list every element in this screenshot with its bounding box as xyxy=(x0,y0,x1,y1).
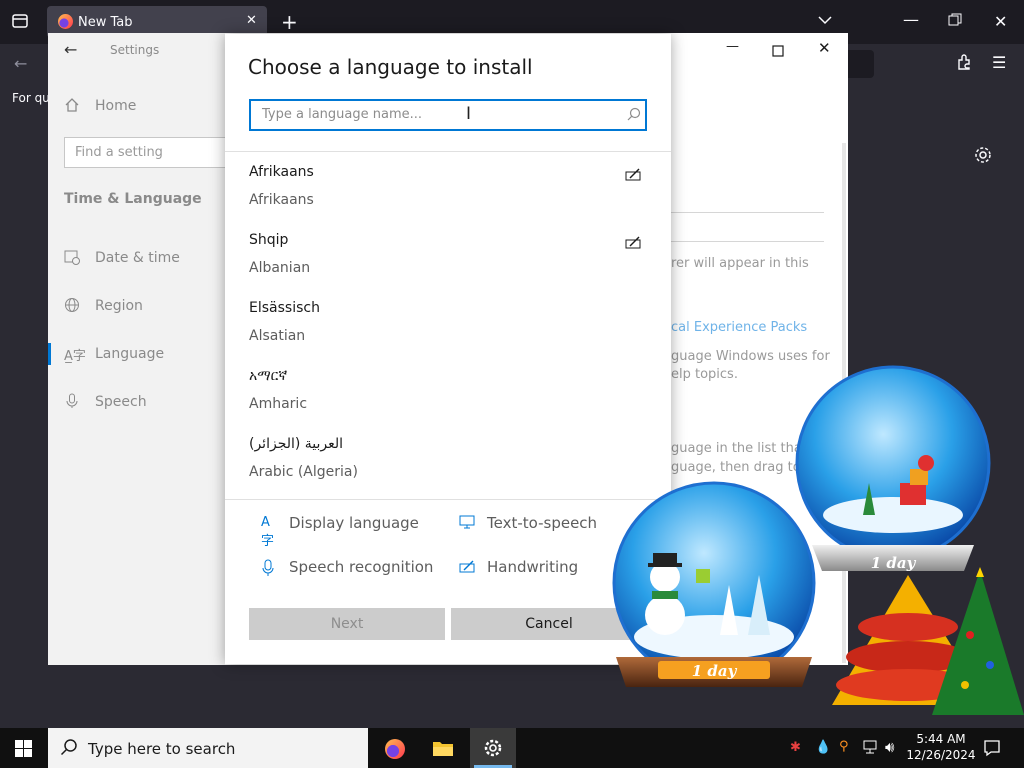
nav-home[interactable]: Home xyxy=(95,98,136,114)
taskbar-search-text: Type here to search xyxy=(88,740,236,758)
dialog-title: Choose a language to install xyxy=(248,55,533,79)
snow-globe-overlay: 1 day 1 day xyxy=(610,365,1024,728)
gear-icon[interactable] xyxy=(973,145,993,169)
feature-label: Speech recognition xyxy=(289,558,434,576)
list-item[interactable]: العربية (الجزائر) Arabic (Algeria) xyxy=(225,424,671,492)
network-icon[interactable] xyxy=(863,740,879,758)
clock[interactable]: 5:44 AM 12/26/2024 xyxy=(905,731,977,763)
list-item[interactable]: አማርኛ Amharic xyxy=(225,356,671,424)
divider xyxy=(225,499,671,500)
maximize-icon[interactable] xyxy=(772,42,784,61)
snow-globe-image: 1 day 1 day xyxy=(612,365,1024,715)
language-english-name: Afrikaans xyxy=(249,192,314,208)
bg-text-line: guage Windows uses for xyxy=(671,349,830,364)
bg-link[interactable]: cal Experience Packs xyxy=(671,320,807,335)
nav-speech[interactable]: Speech xyxy=(95,394,147,410)
minimize-icon[interactable]: — xyxy=(726,39,739,54)
search-icon[interactable] xyxy=(627,106,641,125)
nav-region[interactable]: Region xyxy=(95,298,143,314)
chevron-down-icon[interactable] xyxy=(817,12,833,32)
globe-icon xyxy=(64,297,80,317)
handwriting-icon xyxy=(625,166,642,185)
bg-dropdown[interactable] xyxy=(671,212,824,242)
globe-label: 1 day xyxy=(871,554,917,572)
nav-active-indicator xyxy=(48,343,51,365)
tray-app-icon[interactable]: ✱ xyxy=(790,740,801,755)
list-item[interactable]: Elsässisch Alsatian xyxy=(225,288,671,356)
language-native-name: Afrikaans xyxy=(249,164,314,180)
back-arrow-icon[interactable]: ← xyxy=(64,40,77,59)
gear-icon xyxy=(483,738,503,762)
close-icon[interactable]: ✕ xyxy=(818,39,831,57)
restore-browser-icon[interactable] xyxy=(948,12,962,31)
text-to-speech-icon xyxy=(459,515,477,535)
language-list: Afrikaans Afrikaans Shqip Albanian Elsäs… xyxy=(225,152,671,498)
microphone-icon xyxy=(261,559,275,581)
next-button[interactable]: Next xyxy=(249,608,445,640)
taskbar-search-box[interactable]: Type here to search xyxy=(48,728,368,768)
handwriting-icon xyxy=(459,559,476,577)
menu-icon[interactable]: ☰ xyxy=(992,53,1006,72)
nav-language[interactable]: Language xyxy=(95,346,164,362)
firefox-icon xyxy=(58,14,73,29)
nav-date-time[interactable]: Date & time xyxy=(95,250,180,266)
home-icon xyxy=(64,97,80,117)
settings-title: Settings xyxy=(110,43,160,57)
browser-tab-title: New Tab xyxy=(78,15,133,30)
clock-time: 5:44 AM xyxy=(916,732,966,746)
taskbar: Type here to search ✱ 💧 ⚲ 🔊︎ 5:44 AM 12/… xyxy=(0,728,1024,768)
feature-label: Display language xyxy=(289,514,419,532)
language-native-name: አማርኛ xyxy=(249,368,288,384)
windows-start-icon[interactable] xyxy=(15,740,32,761)
language-native-name: العربية (الجزائر) xyxy=(249,436,344,452)
extensions-icon[interactable] xyxy=(956,53,974,75)
language-english-name: Arabic (Algeria) xyxy=(249,464,358,480)
find-setting-input[interactable]: Find a setting xyxy=(64,137,234,168)
language-native-name: Elsässisch xyxy=(249,300,320,316)
globe-label: 1 day xyxy=(692,662,738,680)
minimize-browser-icon[interactable]: — xyxy=(903,10,919,29)
search-icon xyxy=(60,738,78,760)
close-browser-icon[interactable]: ✕ xyxy=(994,12,1007,31)
back-arrow-icon[interactable]: ← xyxy=(14,54,27,73)
language-icon: A̲字 xyxy=(64,349,86,364)
firefox-taskbar-icon[interactable] xyxy=(385,739,405,759)
language-native-name: Shqip xyxy=(249,232,289,248)
search-placeholder: Type a language name... xyxy=(262,107,423,122)
language-english-name: Alsatian xyxy=(249,328,306,344)
bg-text-line: rer will appear in this xyxy=(671,256,809,271)
file-explorer-icon[interactable] xyxy=(432,739,454,761)
bookmark-text[interactable]: For qu xyxy=(12,91,50,105)
calendar-clock-icon xyxy=(64,249,80,269)
list-item[interactable]: Afrikaans Afrikaans xyxy=(225,152,671,220)
list-item[interactable]: Shqip Albanian xyxy=(225,220,671,288)
close-tab-icon[interactable]: ✕ xyxy=(246,13,257,28)
tray-search-app-icon[interactable]: ⚲ xyxy=(839,739,849,754)
clock-date: 12/26/2024 xyxy=(906,748,976,762)
handwriting-icon xyxy=(625,234,642,253)
tray-drop-icon[interactable]: 💧 xyxy=(815,740,831,755)
text-cursor-icon: I xyxy=(466,104,472,124)
settings-taskbar-button[interactable] xyxy=(470,728,516,768)
microphone-icon xyxy=(64,393,80,413)
notifications-icon[interactable] xyxy=(983,739,1001,761)
language-english-name: Albanian xyxy=(249,260,311,276)
feature-label: Handwriting xyxy=(487,558,579,576)
language-search-input[interactable]: Type a language name... I xyxy=(249,99,647,131)
display-language-icon: A字 xyxy=(261,515,275,549)
new-tab-icon[interactable]: + xyxy=(281,10,298,34)
section-title: Time & Language xyxy=(64,191,202,207)
volume-icon[interactable]: 🔊︎ xyxy=(885,738,894,756)
settings-sidebar: ← Settings Home Find a setting Time & La… xyxy=(48,33,234,665)
choose-language-dialog: Choose a language to install Type a lang… xyxy=(225,34,671,664)
feature-label: Text-to-speech xyxy=(487,514,598,532)
language-english-name: Amharic xyxy=(249,396,308,412)
tab-list-icon[interactable] xyxy=(11,12,29,34)
